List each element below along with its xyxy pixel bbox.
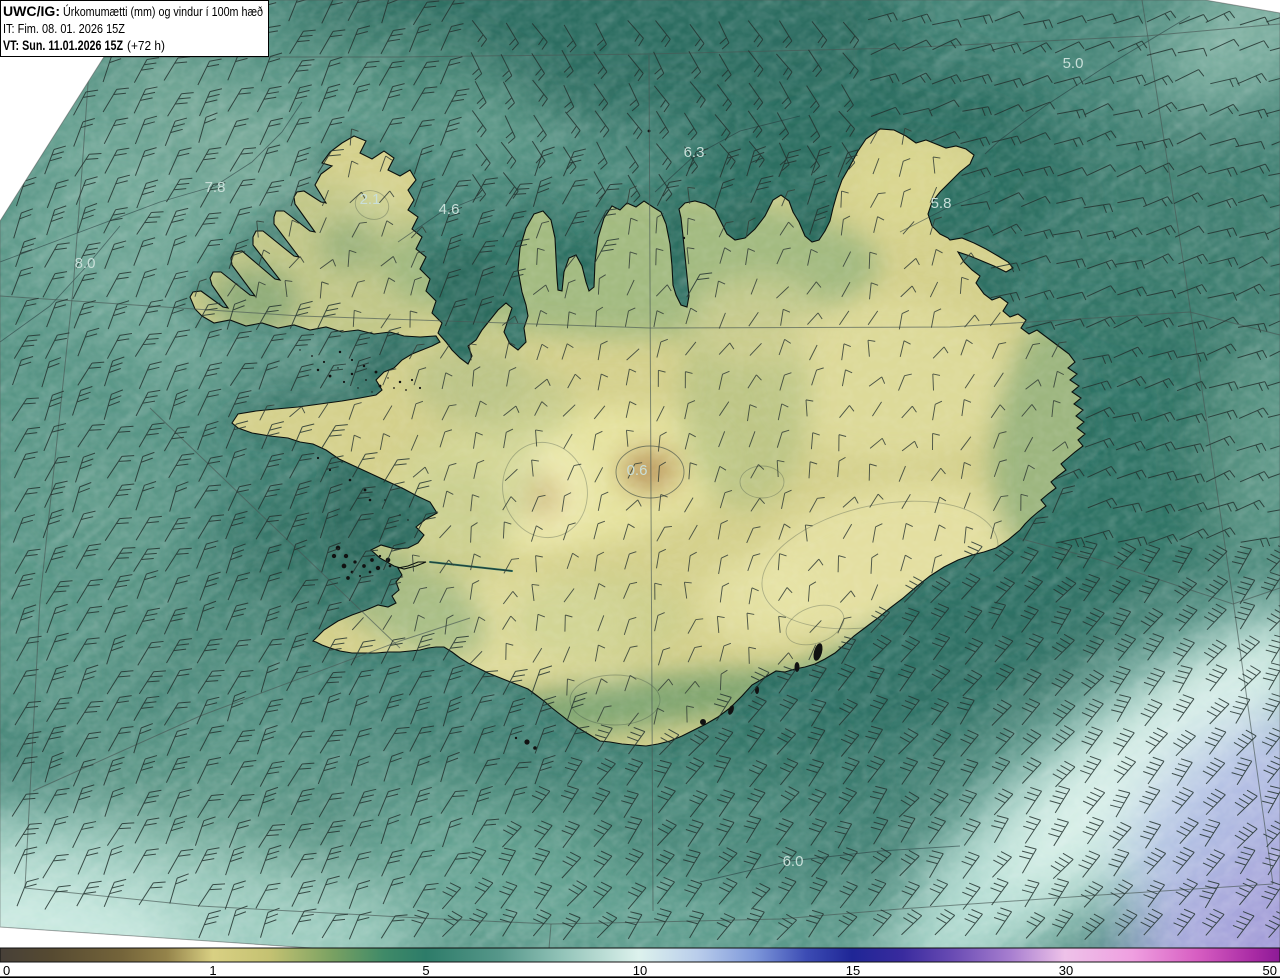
svg-text:50: 50 [1263,963,1277,978]
svg-text:4.6: 4.6 [439,201,460,218]
svg-text:6.3: 6.3 [684,144,705,161]
svg-text:(+72 h): (+72 h) [127,38,165,53]
svg-text:Úrkomumætti (mm) og vindur í 1: Úrkomumætti (mm) og vindur í 100m hæð [63,4,263,19]
svg-text:IT: Fim. 08. 01. 2026 15Z: IT: Fim. 08. 01. 2026 15Z [3,21,125,36]
svg-text:5: 5 [422,963,429,978]
svg-text:6.0: 6.0 [783,853,804,870]
svg-text:5.8: 5.8 [931,195,952,212]
svg-text:7.8: 7.8 [205,179,226,196]
svg-text:30: 30 [1059,963,1073,978]
svg-text:8.0: 8.0 [75,255,96,272]
svg-text:1: 1 [209,963,216,978]
svg-text:UWC/IG:: UWC/IG: [3,3,60,19]
svg-text:VT: Sun. 11.01.2026 15Z: VT: Sun. 11.01.2026 15Z [3,37,123,53]
svg-text:0: 0 [3,963,10,978]
svg-text:15: 15 [846,963,860,978]
svg-text:5.0: 5.0 [1063,55,1084,72]
svg-text:2.1: 2.1 [360,191,381,208]
svg-text:0.6: 0.6 [627,462,648,479]
svg-text:10: 10 [633,963,647,978]
